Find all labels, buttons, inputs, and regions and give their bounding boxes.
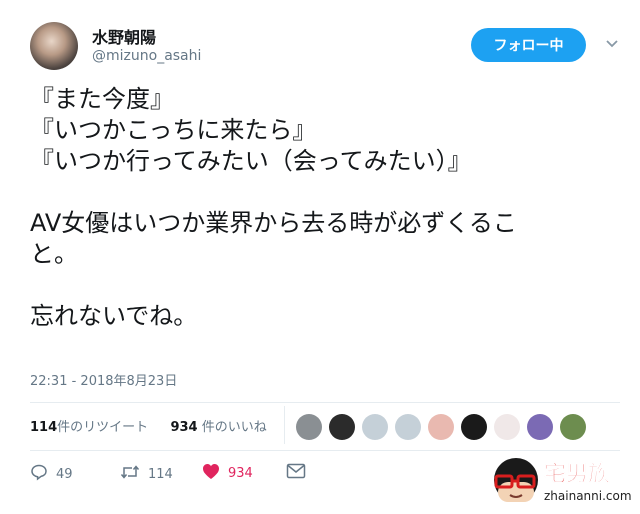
- tweet-timestamp[interactable]: 22:31 - 2018年8月23日: [30, 370, 177, 389]
- likes-label: 件のいいね: [201, 420, 267, 435]
- tweet-line: 忘れないでね。: [30, 302, 198, 330]
- retweets-count: 114: [30, 420, 58, 435]
- svg-text:宅男族: 宅男族: [544, 461, 611, 487]
- retweets-stat[interactable]: 114件のリツイート: [30, 420, 148, 435]
- liker-avatar-1[interactable]: [296, 414, 322, 440]
- engagement-stats: 114件のリツイート 934 件のいいね: [30, 416, 267, 435]
- liker-avatar-5[interactable]: [428, 414, 454, 440]
- reply-count: 49: [56, 466, 73, 482]
- like-count: 934: [228, 466, 253, 481]
- reply-icon: [30, 463, 48, 485]
- liker-avatar-2[interactable]: [329, 414, 355, 440]
- watermark-logo: 宅男族 zhainanni.com: [490, 452, 635, 510]
- heart-icon: [202, 463, 220, 484]
- dm-button[interactable]: [286, 463, 306, 483]
- retweet-count: 114: [148, 466, 173, 482]
- follow-button[interactable]: フォロー中: [471, 28, 586, 62]
- liker-avatar-4[interactable]: [395, 414, 421, 440]
- tweet-line: AV女優はいつか業界から去る時が必ずくるこ: [30, 209, 517, 237]
- profile-avatar[interactable]: [30, 22, 78, 70]
- likes-stat[interactable]: 934 件のいいね: [170, 420, 266, 435]
- tweet-actions: 49 114 934: [30, 463, 330, 489]
- retweets-label: 件のリツイート: [57, 420, 149, 435]
- reply-button[interactable]: 49: [30, 463, 73, 485]
- liker-avatar-7[interactable]: [494, 414, 520, 440]
- display-name[interactable]: 水野朝陽: [92, 24, 156, 48]
- tweet-line: 『いつか行ってみたい（会ってみたい）』: [30, 147, 472, 175]
- tweet-line: と。: [30, 240, 78, 268]
- chevron-down-icon[interactable]: [605, 36, 621, 52]
- liker-avatar-6[interactable]: [461, 414, 487, 440]
- tweet-line: 『また今度』: [30, 85, 174, 113]
- divider: [30, 450, 620, 451]
- like-button[interactable]: 934: [202, 463, 253, 484]
- retweet-icon: [120, 463, 140, 485]
- svg-text:zhainanni.com: zhainanni.com: [544, 489, 632, 503]
- envelope-icon: [286, 463, 306, 483]
- likes-count: 934: [170, 420, 198, 435]
- divider: [30, 402, 620, 403]
- user-handle[interactable]: @mizuno_asahi: [92, 48, 201, 64]
- tweet-line: 『いつかこっちに来たら』: [30, 116, 317, 144]
- liker-avatar-8[interactable]: [527, 414, 553, 440]
- retweet-button[interactable]: 114: [120, 463, 173, 485]
- liker-avatar-3[interactable]: [362, 414, 388, 440]
- liker-avatar-9[interactable]: [560, 414, 586, 440]
- stats-separator: [284, 406, 285, 444]
- liker-avatars: [296, 414, 586, 440]
- tweet-text: 『また今度』 『いつかこっちに来たら』 『いつか行ってみたい（会ってみたい）』 …: [30, 84, 620, 332]
